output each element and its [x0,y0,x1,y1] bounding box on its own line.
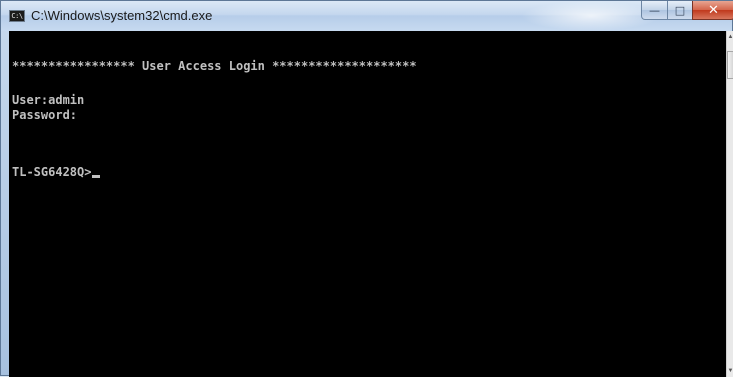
window-title: C:\Windows\system32\cmd.exe [31,8,213,23]
scroll-thumb[interactable] [727,51,733,79]
cmd-icon[interactable]: C:\ [9,10,25,22]
prompt-line: TL-SG6428Q> [12,165,101,179]
scroll-up-arrow-icon[interactable]: ▲ [727,31,733,43]
login-banner-line: ***************** User Access Login ****… [12,59,417,73]
console-output[interactable]: ***************** User Access Login ****… [9,31,726,377]
minimize-button[interactable]: — [641,1,668,20]
minimize-icon: — [649,3,660,17]
close-icon: ✕ [708,2,719,18]
maximize-button[interactable]: □ [667,1,693,20]
close-button[interactable]: ✕ [692,1,733,20]
user-line: User:admin [12,93,85,107]
title-bar[interactable]: C:\ C:\Windows\system32\cmd.exe [1,1,732,31]
vertical-scrollbar[interactable]: ▲ ▼ [726,31,733,377]
console-area[interactable]: ***************** User Access Login ****… [9,31,726,377]
cmd-window: C:\ C:\Windows\system32\cmd.exe — □ ✕ **… [0,0,733,377]
password-line: Password: [12,108,78,122]
scroll-down-arrow-icon[interactable]: ▼ [727,365,733,377]
maximize-icon: □ [674,3,686,17]
prompt-text: TL-SG6428Q> [12,165,92,179]
text-cursor [92,175,101,178]
